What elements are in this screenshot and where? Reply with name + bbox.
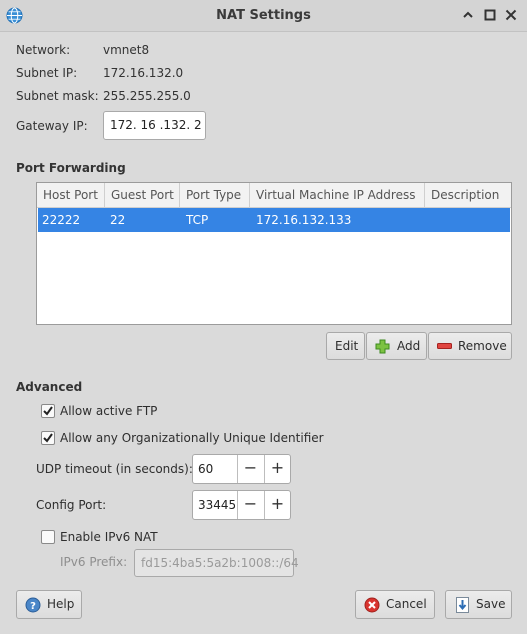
- gateway-ip-input[interactable]: 172. 16 .132. 2: [103, 111, 206, 140]
- column-guest-port[interactable]: Guest Port: [105, 183, 180, 207]
- help-label: Help: [47, 597, 75, 611]
- help-icon: ?: [25, 597, 41, 613]
- save-button[interactable]: Save: [445, 590, 512, 619]
- allow-oui-checkbox[interactable]: [41, 431, 55, 445]
- config-port-increment[interactable]: +: [264, 491, 290, 519]
- add-icon: [375, 339, 390, 354]
- allow-oui-label[interactable]: Allow any Organizationally Unique Identi…: [60, 431, 324, 445]
- checkmark-icon: [43, 433, 53, 443]
- config-port-decrement[interactable]: −: [237, 491, 263, 519]
- ipv6-prefix-label: IPv6 Prefix:: [60, 555, 128, 569]
- port-forwarding-table[interactable]: Host Port Guest Port Port Type Virtual M…: [36, 182, 512, 325]
- minimize-icon[interactable]: [460, 7, 476, 23]
- network-label: Network:: [16, 43, 71, 57]
- allow-ftp-label[interactable]: Allow active FTP: [60, 404, 157, 418]
- checkmark-icon: [43, 406, 53, 416]
- column-vm-ip[interactable]: Virtual Machine IP Address: [250, 183, 425, 207]
- column-host-port[interactable]: Host Port: [37, 183, 105, 207]
- udp-timeout-increment[interactable]: +: [264, 455, 290, 483]
- cell-host-port: 22222: [42, 213, 81, 227]
- enable-ipv6-label[interactable]: Enable IPv6 NAT: [60, 530, 158, 544]
- subnet-ip-value: 172.16.132.0: [103, 66, 184, 80]
- allow-ftp-checkbox[interactable]: [41, 404, 55, 418]
- network-value: vmnet8: [103, 43, 150, 57]
- window-title: NAT Settings: [216, 8, 311, 23]
- udp-timeout-value[interactable]: 60: [198, 455, 213, 483]
- udp-timeout-label: UDP timeout (in seconds):: [36, 462, 193, 476]
- table-row[interactable]: 22222 22 TCP 172.16.132.133: [38, 208, 510, 232]
- table-header: Host Port Guest Port Port Type Virtual M…: [37, 183, 511, 208]
- cancel-icon: [364, 597, 380, 613]
- config-port-value[interactable]: 33445: [198, 491, 236, 519]
- maximize-icon[interactable]: [482, 7, 498, 23]
- subnet-ip-label: Subnet IP:: [16, 66, 78, 80]
- remove-icon: [437, 343, 452, 349]
- column-port-type[interactable]: Port Type: [180, 183, 250, 207]
- cell-port-type: TCP: [186, 213, 209, 227]
- config-port-label: Config Port:: [36, 498, 107, 512]
- port-forwarding-heading: Port Forwarding: [16, 161, 126, 175]
- column-description[interactable]: Description: [425, 183, 511, 207]
- config-port-spinner[interactable]: 33445 − +: [192, 490, 291, 520]
- save-label: Save: [476, 597, 506, 611]
- remove-label: Remove: [458, 339, 507, 353]
- udp-timeout-decrement[interactable]: −: [237, 455, 263, 483]
- add-label: Add: [397, 339, 421, 353]
- svg-text:?: ?: [30, 601, 36, 612]
- add-button[interactable]: Add: [366, 332, 427, 360]
- remove-button[interactable]: Remove: [428, 332, 512, 360]
- enable-ipv6-checkbox[interactable]: [41, 530, 55, 544]
- cancel-label: Cancel: [386, 597, 427, 611]
- advanced-heading: Advanced: [16, 380, 83, 394]
- save-icon: [456, 597, 469, 613]
- subnet-mask-label: Subnet mask:: [16, 89, 99, 103]
- title-bar: NAT Settings: [0, 0, 527, 32]
- udp-timeout-spinner[interactable]: 60 − +: [192, 454, 291, 484]
- gateway-ip-label: Gateway IP:: [16, 119, 88, 133]
- ipv6-prefix-input[interactable]: fd15:4ba5:5a2b:1008::/64: [134, 549, 299, 577]
- cell-vm-ip: 172.16.132.133: [256, 213, 352, 227]
- edit-label: Edit: [335, 339, 359, 353]
- cell-guest-port: 22: [110, 213, 126, 227]
- close-icon[interactable]: [503, 7, 519, 23]
- cancel-button[interactable]: Cancel: [355, 590, 435, 619]
- subnet-mask-value: 255.255.255.0: [103, 89, 191, 103]
- edit-button[interactable]: Edit: [326, 332, 365, 360]
- help-button[interactable]: ? Help: [16, 590, 82, 619]
